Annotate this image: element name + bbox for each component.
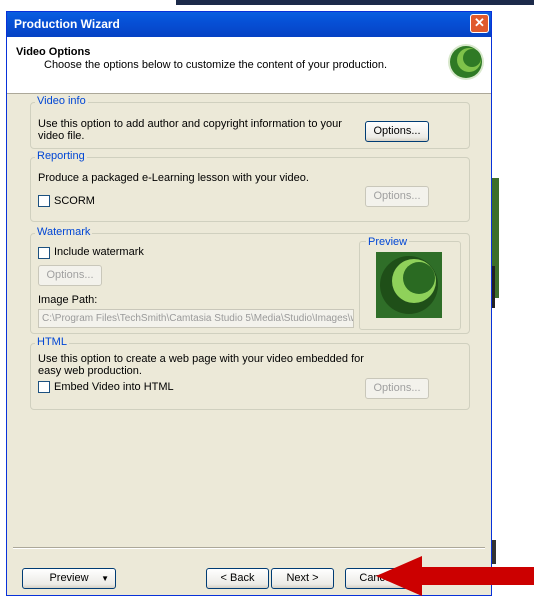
- next-button[interactable]: Next >: [271, 568, 334, 589]
- image-path-field[interactable]: C:\Program Files\TechSmith\Camtasia Stud…: [38, 309, 354, 328]
- preview-button-label: Preview: [49, 572, 89, 584]
- reporting-description: Produce a packaged e-Learning lesson wit…: [38, 172, 309, 184]
- camtasia-logo-icon: [448, 44, 484, 80]
- video-info-group: Video info Use this option to add author…: [30, 95, 470, 149]
- production-wizard-window: Production Wizard ✕ Video Options Choose…: [6, 11, 492, 596]
- watermark-preview: Preview: [359, 236, 461, 330]
- scorm-checkbox[interactable]: [38, 195, 50, 207]
- reporting-options-button[interactable]: Options...: [365, 186, 429, 207]
- video-info-description: Use this option to add author and copyri…: [38, 118, 342, 130]
- watermark-preview-image: [376, 252, 442, 318]
- scorm-label[interactable]: SCORM: [54, 195, 95, 207]
- embed-video-label[interactable]: Embed Video into HTML: [54, 381, 174, 393]
- video-info-legend: Video info: [35, 95, 88, 107]
- preview-label: Preview: [366, 236, 410, 248]
- back-button[interactable]: < Back: [206, 568, 269, 589]
- html-group: HTML Use this option to create a web pag…: [30, 336, 470, 410]
- footer-divider: [13, 547, 485, 549]
- wizard-header: Video Options Choose the options below t…: [7, 37, 491, 94]
- desktop-background-mark: [492, 266, 495, 308]
- close-button[interactable]: ✕: [470, 14, 489, 33]
- html-description-2: easy web production.: [38, 365, 142, 377]
- page-title: Video Options: [16, 46, 91, 58]
- video-info-options-button[interactable]: Options...: [365, 121, 429, 142]
- image-path-label: Image Path:: [38, 294, 98, 306]
- html-description: Use this option to create a web page wit…: [38, 353, 364, 365]
- html-options-button[interactable]: Options...: [365, 378, 429, 399]
- window-title: Production Wizard: [14, 17, 120, 31]
- preview-button[interactable]: Preview ▼: [22, 568, 116, 589]
- watermark-options-button[interactable]: Options...: [38, 265, 102, 286]
- desktop-background-right: [492, 5, 534, 596]
- watermark-legend: Watermark: [35, 226, 93, 238]
- close-icon: ✕: [474, 15, 485, 30]
- desktop-background-strip: [176, 0, 534, 5]
- video-info-description-2: video file.: [38, 130, 85, 142]
- red-arrow-annotation: [376, 556, 534, 596]
- page-subtitle: Choose the options below to customize th…: [44, 59, 388, 71]
- title-bar[interactable]: Production Wizard ✕: [7, 12, 491, 37]
- html-legend: HTML: [35, 336, 69, 348]
- include-watermark-checkbox[interactable]: [38, 247, 50, 259]
- reporting-group: Reporting Produce a packaged e-Learning …: [30, 150, 470, 222]
- include-watermark-label[interactable]: Include watermark: [54, 246, 144, 258]
- reporting-legend: Reporting: [35, 150, 87, 162]
- chevron-down-icon: ▼: [101, 574, 109, 583]
- embed-video-checkbox[interactable]: [38, 381, 50, 393]
